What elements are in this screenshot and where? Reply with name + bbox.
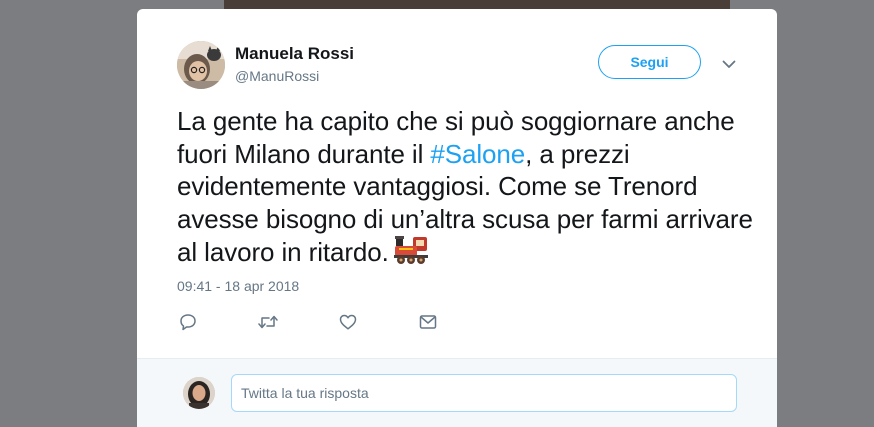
tweet-text: La gente ha capito che si può soggiornar… xyxy=(177,105,757,273)
retweet-icon[interactable] xyxy=(257,311,279,333)
author-handle[interactable]: @ManuRossi xyxy=(235,68,319,84)
author-avatar[interactable] xyxy=(177,41,225,89)
hashtag-link[interactable]: #Salone xyxy=(430,139,525,169)
reply-area xyxy=(137,358,777,427)
reply-input[interactable] xyxy=(231,374,737,412)
direct-message-icon[interactable] xyxy=(417,311,439,333)
steam-locomotive-emoji xyxy=(393,235,429,273)
follow-button[interactable]: Segui xyxy=(598,45,701,79)
author-name[interactable]: Manuela Rossi xyxy=(235,44,354,64)
like-icon[interactable] xyxy=(337,311,359,333)
reply-icon[interactable] xyxy=(177,311,199,333)
current-user-avatar xyxy=(183,377,215,409)
chevron-down-icon[interactable] xyxy=(720,56,738,72)
tweet-card: Manuela Rossi @ManuRossi Segui La gente … xyxy=(137,9,777,427)
tweet-timestamp[interactable]: 09:41 - 18 apr 2018 xyxy=(177,278,299,294)
